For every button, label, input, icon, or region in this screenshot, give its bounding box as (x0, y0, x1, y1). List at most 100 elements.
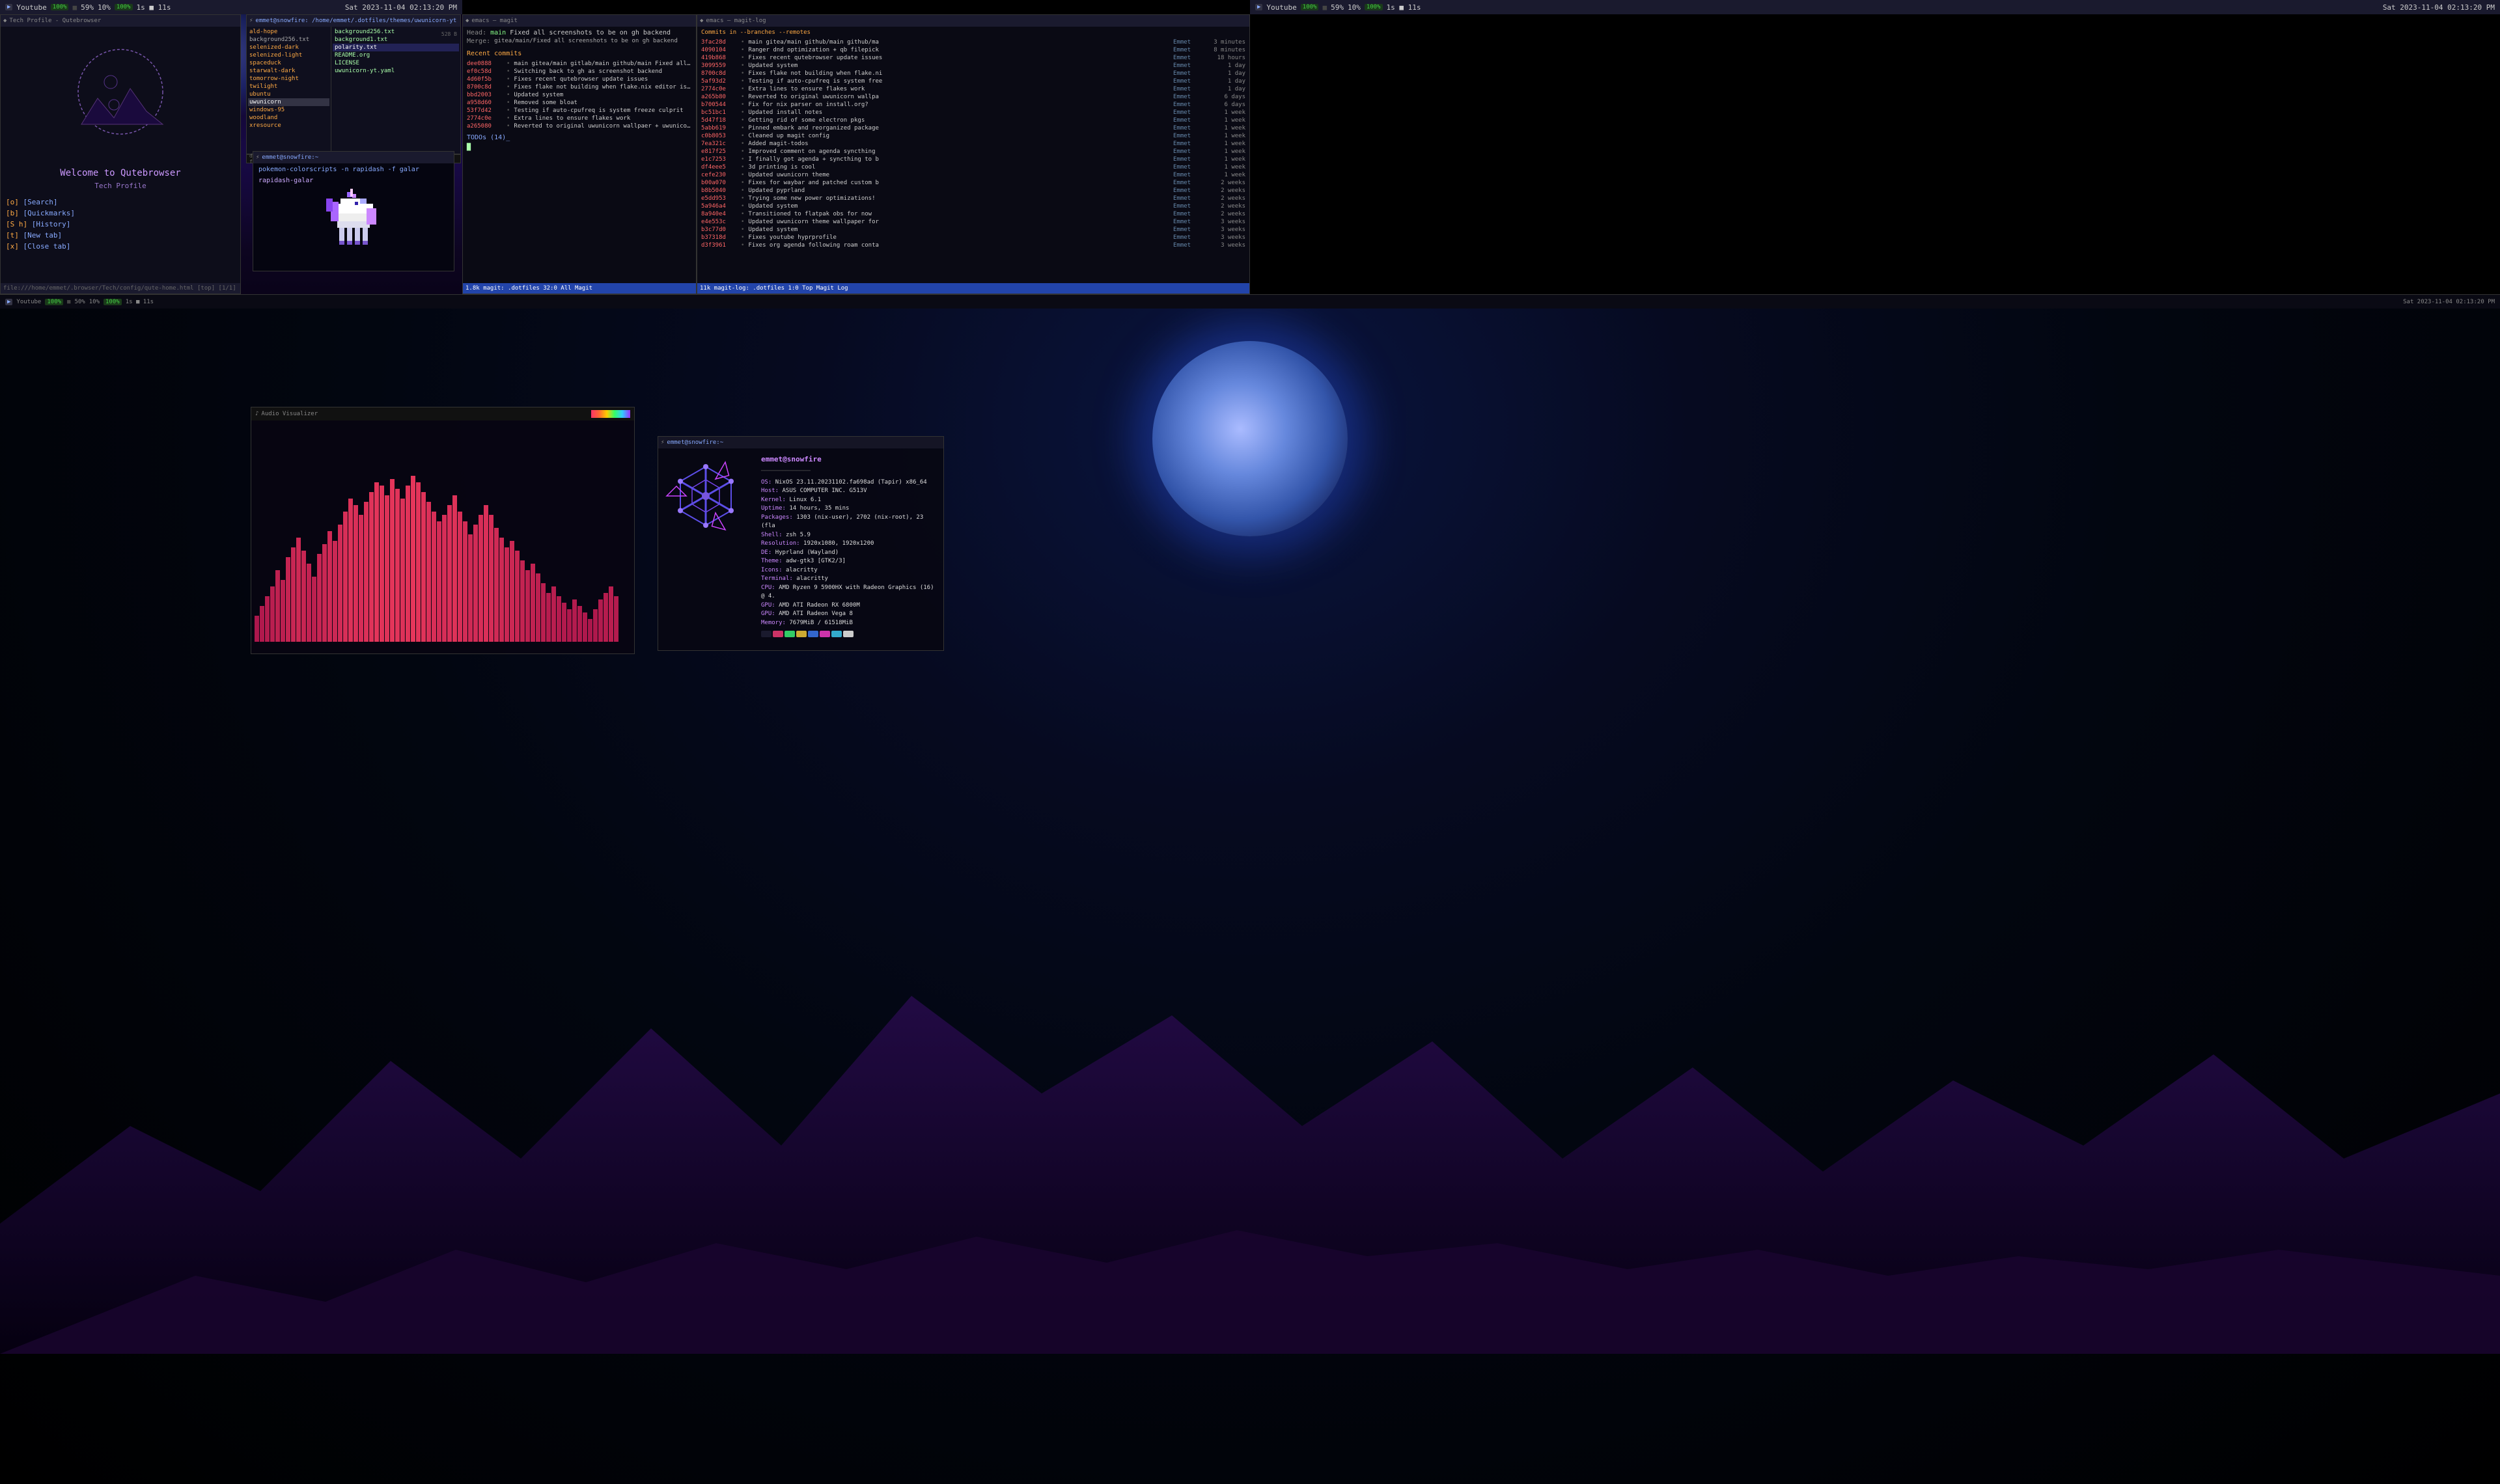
audio-bar (400, 499, 405, 642)
neofetch-field-row: Terminal: alacritty (761, 575, 938, 584)
dir-item-tomorrow[interactable]: tomorrow-night (248, 75, 329, 83)
neofetch-field-row: DE: Hyprland (Wayland) (761, 549, 938, 558)
qb-menu-quickmarks[interactable]: [b] [Quickmarks] (6, 208, 235, 219)
magit-log-commit-row: 3099559•Updated systemEmmet1 day (701, 62, 1245, 70)
audio-bar (437, 521, 441, 642)
magit-log-commit-row: e5dd953•Trying some new power optimizati… (701, 195, 1245, 202)
audio-bar (275, 570, 280, 642)
bottom-extra: 1s ■ 11s (126, 299, 154, 305)
dir-item-twilight[interactable]: twilight (248, 83, 329, 90)
recent-commits-header: Recent commits (467, 50, 692, 57)
commits-header: Commits in --branches --remotes (701, 29, 1245, 36)
dir-item-ubuntu[interactable]: ubuntu (248, 90, 329, 98)
pokemon-terminal: ⚡ emmet@snowfire:~ pokemon-colorscripts … (253, 151, 454, 271)
audio-bar (557, 596, 561, 642)
file-sizes: 528 B (441, 31, 457, 37)
audio-bar (432, 512, 436, 642)
dir-item-bg256[interactable]: background256.txt (248, 36, 329, 44)
magit-log-commit-row: 3fac28d•main gitea/main github/main gith… (701, 38, 1245, 46)
file-bg1txt[interactable]: background1.txt (333, 36, 459, 44)
audio-bar (541, 583, 546, 642)
qb-menu-closetab[interactable]: [x] [Close tab] (6, 241, 235, 252)
emacs-magit-log-panel: ◆ emacs — magit-log Commits in --branche… (697, 14, 1250, 294)
file-panel-title: emmet@snowfire: /home/emmet/.dotfiles/th… (255, 18, 456, 24)
dir-item-aldhope[interactable]: ald-hope (248, 28, 329, 36)
dir-item-sel-dark[interactable]: selenized-dark (248, 44, 329, 51)
audio-bar (588, 619, 592, 642)
file-license[interactable]: LICENSE (333, 59, 459, 67)
neofetch-field-row: Uptime: 14 hours, 35 mins (761, 504, 938, 514)
magit-log-commit-row: b00a070•Fixes for waybar and patched cus… (701, 179, 1245, 187)
audio-bar (442, 515, 447, 642)
audio-bar (338, 525, 342, 642)
qb-menu-newtab[interactable]: [t] [New tab] (6, 230, 235, 241)
dir-item-xresource[interactable]: xresource (248, 122, 329, 130)
color-block-8 (843, 631, 854, 637)
dir-item-win95[interactable]: windows-95 (248, 106, 329, 114)
file-bg256txt[interactable]: background256.txt (333, 28, 459, 36)
audio-bar (468, 534, 473, 642)
top-taskbar-left: ▶ Youtube 100% ■ 59% 10% 100% 1s ■ 11s S… (0, 0, 462, 14)
color-block-3 (785, 631, 795, 637)
magit-log-commits: 3fac28d•main gitea/main github/main gith… (701, 38, 1245, 249)
neofetch-title-bar: emmet@snowfire:~ (667, 439, 723, 446)
nixos-logo-svg (663, 454, 748, 538)
emacs-magit-topbar: ◆ emacs — magit (463, 15, 696, 27)
audio-bar (572, 599, 577, 642)
pokemon-topbar: ⚡ emmet@snowfire:~ (253, 152, 454, 163)
mountain-svg (0, 963, 2500, 1354)
file-uwuyaml[interactable]: uwunicorn-yt.yaml (333, 67, 459, 75)
head-label: Head: (467, 29, 486, 36)
emacs-log-title: emacs — magit-log (706, 18, 766, 24)
youtube-icon: ▶ (5, 4, 12, 10)
dir-item-spaceduck[interactable]: spaceduck (248, 59, 329, 67)
magit-log-commit-row: 5af93d2•Testing if auto-cpufreq is syste… (701, 77, 1245, 85)
terminal-icon: ⚡ (249, 18, 253, 24)
bottom-battery: 100% (45, 299, 63, 305)
merge-line: Merge: gitea/main/Fixed all screenshots … (467, 38, 692, 45)
bottom-cpu: 50% (74, 299, 85, 305)
pokemon-sprite-container (314, 189, 393, 267)
file-panel: ⚡ emmet@snowfire: /home/emmet/.dotfiles/… (246, 14, 461, 154)
magit-log-commit-row: cefe230•Updated uwunicorn themeEmmet1 we… (701, 171, 1245, 179)
dir-item-sel-light[interactable]: selenized-light (248, 51, 329, 59)
audio-bar (343, 512, 348, 642)
neofetch-field-row: Kernel: Linux 6.1 (761, 496, 938, 505)
audio-bar (333, 541, 337, 642)
audio-bar (270, 586, 275, 642)
audio-bar (327, 531, 332, 642)
qb-icon: ◆ (3, 18, 7, 24)
audio-bar (390, 479, 395, 642)
dir-item-starwalt[interactable]: starwalt-dark (248, 67, 329, 75)
dir-item-woodland[interactable]: woodland (248, 114, 329, 122)
magit-commit-row: bbd2003•Updated system (467, 91, 692, 99)
audio-bar (322, 544, 327, 642)
bottom-load: 100% (104, 299, 122, 305)
neofetch-field-row: Resolution: 1920x1080, 1920x1200 (761, 540, 938, 549)
magit-log-commit-row: 7ea321c•Added magit-todosEmmet1 week (701, 140, 1245, 148)
audio-bar (562, 603, 566, 642)
neofetch-field-row: CPU: AMD Ryzen 9 5900HX with Radeon Grap… (761, 584, 938, 601)
magit-log-commit-row: e1c7253•I finally got agenda + syncthing… (701, 156, 1245, 163)
magit-log-commit-row: 8700c8d•Fixes flake not building when fl… (701, 70, 1245, 77)
pokemon-name-text: rapidash-galar (258, 177, 313, 184)
audio-bar (484, 505, 488, 642)
audio-bar (546, 593, 551, 642)
emacs-magit-panel: ◆ emacs — magit Head: main Fixed all scr… (462, 14, 697, 294)
neofetch-fields-list: OS: NixOS 23.11.20231102.fa698ad (Tapir)… (761, 478, 938, 628)
file-readmeorg[interactable]: README.org (333, 51, 459, 59)
top-taskbar-right-items: Sat 2023-11-04 02:13:20 PM (345, 3, 457, 12)
qb-menu-search[interactable]: [o] [Search] (6, 197, 235, 208)
audio-bar (307, 564, 311, 642)
magit-log-commit-row: b37318d•Fixes youtube hyprprofileEmmet3 … (701, 234, 1245, 241)
audio-bar (374, 482, 379, 642)
dir-item-uwunicorn[interactable]: uwunicorn (248, 98, 329, 106)
file-polaritytxt[interactable]: polarity.txt (333, 44, 459, 51)
audio-bar (489, 515, 493, 642)
qb-status-text: file:///home/emmet/.browser/Tech/config/… (3, 285, 236, 292)
todos-label: TODOs (14)_ (467, 134, 692, 141)
audio-bar (426, 502, 431, 642)
neofetch-field-row: Icons: alacritty (761, 566, 938, 575)
qb-menu-history[interactable]: [S h] [History] (6, 219, 235, 230)
color-block-7 (831, 631, 842, 637)
